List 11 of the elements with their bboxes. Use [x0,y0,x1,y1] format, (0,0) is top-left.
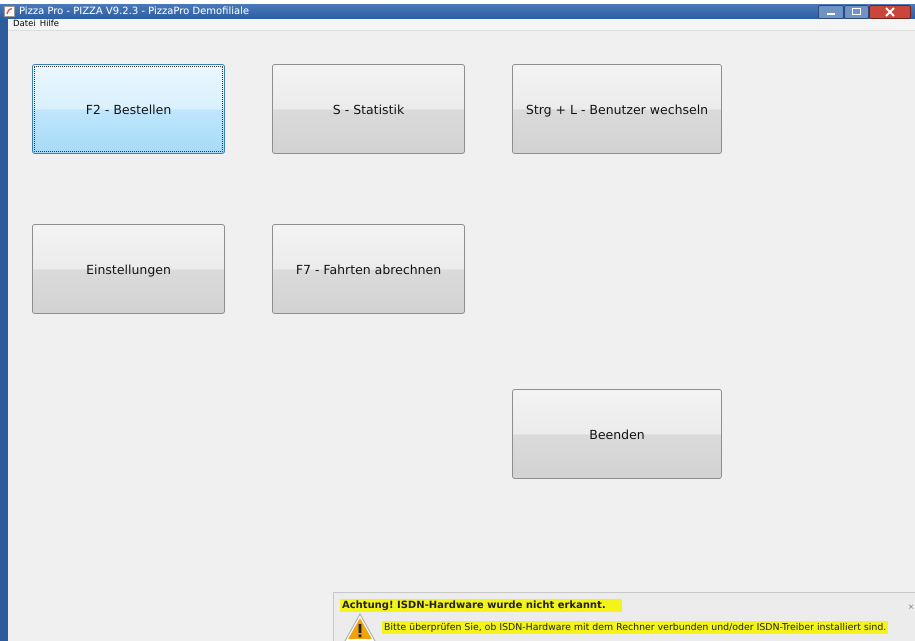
menu-button[interactable]: Einstellungen [32,224,225,314]
menu-button[interactable]: F2 - Bestellen [32,64,225,154]
menu-item[interactable]: Datei [13,19,36,30]
menu-button[interactable]: Strg + L - Benutzer wechseln [512,64,722,154]
menu-button[interactable]: F7 - Fahrten abrechnen [272,224,465,314]
menu-button[interactable]: Beenden [512,389,722,479]
warning-message: Bitte überprüfen Sie, ob ISDN-Hardware mit dem Rechner verbunden und/oder ISDN-Treiber installiert sind. [382,621,888,634]
menu-button[interactable]: S - Statistik [272,64,465,154]
warning-title: Achtung! ISDN-Hardware wurde nicht erkannt. [340,599,622,612]
window-title: Pizza Pro - PIZZA V9.2.3 - PizzaPro Demofiliale [19,6,250,17]
menu-item[interactable]: Hilfe [40,19,60,30]
